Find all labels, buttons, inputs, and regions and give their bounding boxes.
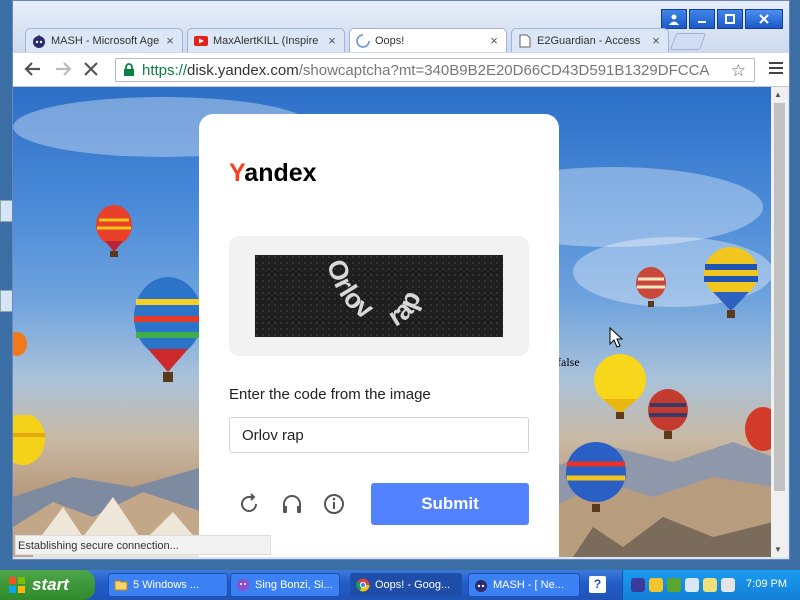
- shield-icon[interactable]: [703, 578, 717, 592]
- youtube-icon: [194, 34, 208, 48]
- url-path: /showcaptcha?mt=340B9B2E20D66CD43D591B13…: [298, 61, 710, 79]
- bookmark-star-icon[interactable]: ☆: [728, 61, 746, 81]
- new-tab-button[interactable]: [669, 33, 707, 50]
- mash-icon: [32, 34, 46, 48]
- tab-label: E2Guardian - Access: [537, 34, 641, 47]
- hot-air-balloon: [704, 247, 758, 318]
- hot-air-balloon: [648, 389, 688, 439]
- volume-icon[interactable]: [721, 578, 735, 592]
- mouse-cursor-icon: [609, 327, 623, 348]
- tab-label: MASH - Microsoft Age: [51, 34, 160, 47]
- captcha-code-input[interactable]: [229, 417, 529, 453]
- taskbar-item-windows[interactable]: 5 Windows ...: [108, 573, 228, 597]
- start-button[interactable]: start: [0, 570, 95, 600]
- forward-arrow-icon[interactable]: [53, 60, 73, 80]
- vertical-scrollbar[interactable]: ▲ ▼: [771, 87, 788, 557]
- stray-text: false: [557, 355, 580, 369]
- taskbar-item-bonzi[interactable]: Sing Bonzi, Si...: [230, 573, 340, 597]
- scroll-down-icon[interactable]: ▼: [774, 545, 782, 554]
- loading-spinner-icon: [356, 33, 370, 48]
- page-content: false Yandex Orlov rap Enter the code fr…: [13, 87, 773, 557]
- tab-mash[interactable]: MASH - Microsoft Age ×: [25, 28, 183, 52]
- hot-air-balloon: [13, 332, 27, 356]
- browser-window: MASH - Microsoft Age × MaxAlertKILL (Ins…: [12, 0, 790, 560]
- maximize-icon[interactable]: [717, 9, 743, 29]
- tab-label: MaxAlertKILL (Inspire: [213, 34, 319, 47]
- yandex-logo: Yandex: [229, 159, 317, 187]
- bird-icon[interactable]: [649, 578, 663, 592]
- mash-icon: [475, 580, 487, 592]
- wizard-icon[interactable]: [631, 578, 645, 592]
- submit-button[interactable]: Submit: [371, 483, 529, 525]
- back-arrow-icon[interactable]: [23, 60, 43, 80]
- tab-label: Oops!: [375, 34, 405, 47]
- hot-air-balloon: [636, 267, 666, 307]
- user-icon[interactable]: [661, 9, 687, 29]
- scroll-thumb[interactable]: [774, 103, 785, 491]
- title-bar: MASH - Microsoft Age × MaxAlertKILL (Ins…: [13, 1, 789, 53]
- minimize-icon[interactable]: [689, 9, 715, 29]
- stop-loading-icon[interactable]: [81, 60, 101, 80]
- help-icon[interactable]: ?: [589, 576, 606, 593]
- tab-close-icon[interactable]: ×: [650, 33, 662, 48]
- tab-close-icon[interactable]: ×: [488, 33, 500, 48]
- refresh-icon[interactable]: [237, 492, 261, 516]
- taskbar-item-mash[interactable]: MASH - [ Ne...: [468, 573, 580, 597]
- hot-air-balloon: [566, 442, 626, 512]
- address-bar[interactable]: https://disk.yandex.com/showcaptcha?mt=3…: [115, 58, 755, 82]
- network-icon[interactable]: [667, 578, 681, 592]
- tab-maxalertkill[interactable]: MaxAlertKILL (Inspire ×: [187, 28, 345, 52]
- tab-oops[interactable]: Oops! ×: [349, 28, 507, 52]
- toolbar: https://disk.yandex.com/showcaptcha?mt=3…: [13, 53, 789, 87]
- hot-air-balloon: [96, 205, 132, 257]
- lock-icon: [124, 63, 134, 76]
- hot-air-balloon: [134, 277, 202, 382]
- chrome-icon: [356, 578, 370, 592]
- url-host: disk.yandex.com: [187, 61, 299, 79]
- scroll-up-icon[interactable]: ▲: [774, 90, 782, 99]
- page-icon: [518, 34, 532, 48]
- bonzi-icon: [237, 579, 249, 591]
- info-icon[interactable]: [322, 492, 346, 516]
- headphones-icon[interactable]: [280, 492, 304, 516]
- taskbar: start 5 Windows ... Sing Bonzi, Si... Oo…: [0, 570, 800, 600]
- partial-logo-icon: [489, 554, 529, 557]
- folder-icon: [114, 580, 128, 591]
- windows-flag-icon: [9, 577, 25, 593]
- monitor-icon[interactable]: [685, 578, 699, 592]
- tab-close-icon[interactable]: ×: [164, 33, 176, 48]
- taskbar-item-chrome[interactable]: Oops! - Goog...: [350, 573, 462, 597]
- hot-air-balloon: [13, 415, 45, 465]
- url-scheme: https://: [142, 61, 188, 79]
- status-bubble: Establishing secure connection...: [15, 535, 271, 555]
- tab-e2guardian[interactable]: E2Guardian - Access ×: [511, 28, 669, 52]
- menu-icon[interactable]: [769, 62, 783, 77]
- close-icon[interactable]: [745, 9, 783, 29]
- captcha-prompt: Enter the code from the image: [229, 386, 431, 403]
- clock[interactable]: 7:09 PM: [746, 578, 787, 590]
- captcha-container: Orlov rap: [229, 236, 529, 356]
- hot-air-balloon: [594, 354, 646, 419]
- system-tray: 7:09 PM: [622, 570, 800, 600]
- captcha-image: Orlov rap: [255, 255, 503, 337]
- start-label: start: [32, 575, 69, 594]
- captcha-card: Yandex Orlov rap Enter the code from the…: [199, 114, 559, 557]
- hot-air-balloon: [745, 407, 773, 451]
- tab-close-icon[interactable]: ×: [326, 33, 338, 48]
